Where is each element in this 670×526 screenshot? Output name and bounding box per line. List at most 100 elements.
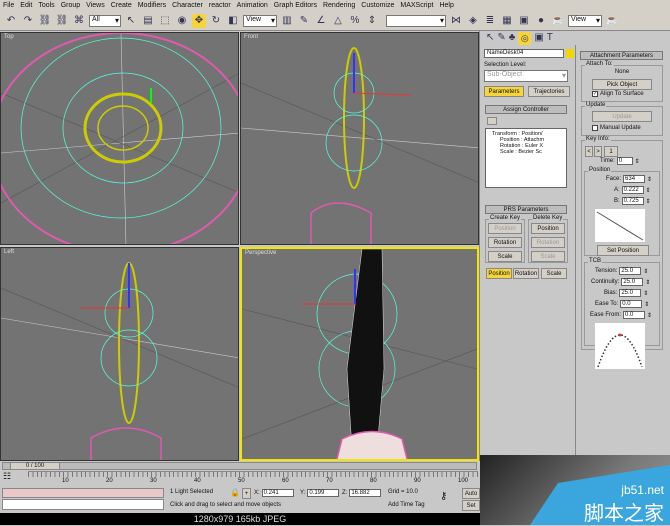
menu-item[interactable]: Modifiers <box>138 2 166 9</box>
scale-tab-button[interactable]: Scale <box>541 268 567 279</box>
next-key-button[interactable]: > <box>594 146 602 157</box>
spinner-arrows-icon[interactable]: ⇕ <box>635 158 640 165</box>
viewport-label[interactable]: Left <box>4 249 14 255</box>
prev-key-button[interactable]: < <box>585 146 593 157</box>
undo-icon[interactable]: ↶ <box>4 14 18 28</box>
auto-key-button[interactable]: Auto <box>462 488 480 499</box>
ease-to-field[interactable]: 0.0 <box>620 300 643 308</box>
time-spinner[interactable]: Time: 0 ⇕ <box>600 157 640 165</box>
y-field[interactable]: 0.199 <box>307 489 340 497</box>
spinner-arrows-icon[interactable]: ⇕ <box>644 301 649 308</box>
object-name-field[interactable]: NameDesk04 <box>484 49 564 58</box>
menu-item[interactable]: Character <box>172 2 203 9</box>
manual-update-checkbox[interactable]: Manual Update <box>592 125 641 131</box>
create-scale-key-button[interactable]: Scale <box>488 251 522 262</box>
rotate-icon[interactable]: ↻ <box>209 14 223 28</box>
prs-parameters-rollout[interactable]: PRS Parameters <box>485 205 567 214</box>
spinner-arrows-icon[interactable]: ⇕ <box>645 279 650 286</box>
modify-tab-icon[interactable]: ✎ <box>497 32 505 45</box>
delete-position-key-button[interactable]: Position <box>531 223 565 234</box>
menu-item[interactable]: Edit <box>20 2 32 9</box>
rect-region-icon[interactable]: ⬚ <box>158 14 172 28</box>
viewport-label[interactable]: Perspective <box>245 250 276 256</box>
named-selection-dropdown[interactable] <box>386 14 446 27</box>
position-tab-button[interactable]: Position <box>486 268 512 279</box>
menu-item[interactable]: Graph Editors <box>274 2 317 9</box>
create-position-key-button[interactable]: Position <box>488 223 522 234</box>
align-icon[interactable]: ◈ <box>466 14 480 28</box>
set-position-button[interactable]: Set Position <box>597 245 649 256</box>
bias-spinner[interactable]: Bias: 25.0 ⇕ <box>604 289 648 297</box>
menu-item[interactable]: File <box>3 2 14 9</box>
display-tab-icon[interactable]: ▣ <box>534 32 543 45</box>
create-rotation-key-button[interactable]: Rotation <box>488 237 522 248</box>
bind-space-warp-icon[interactable]: ⌘ <box>72 14 86 28</box>
layer-icon[interactable]: ≣ <box>483 14 497 28</box>
viewport-top[interactable]: Top <box>0 32 239 245</box>
menu-item[interactable]: MAXScript <box>400 2 433 9</box>
viewport-label[interactable]: Front <box>244 34 258 40</box>
viewport-perspective[interactable]: Perspective <box>240 247 479 461</box>
spinner-arrows-icon[interactable]: ⇕ <box>643 290 648 297</box>
viewport-left[interactable]: Left <box>0 247 239 461</box>
z-field[interactable]: 16.882 <box>349 489 382 497</box>
x-field[interactable]: 0.241 <box>261 489 294 497</box>
z-coordinate[interactable]: Z: 16.882 <box>342 489 382 497</box>
viewport-front[interactable]: Front <box>240 32 479 245</box>
maxscript-listener-white[interactable] <box>2 499 164 510</box>
set-key-button[interactable]: Set <box>462 500 480 511</box>
b-spinner[interactable]: B: 0.725 ⇕ <box>614 197 651 205</box>
angle-snap-icon[interactable]: △ <box>331 14 345 28</box>
ease-to-spinner[interactable]: Ease To: 0.0 ⇕ <box>595 300 649 308</box>
continuity-field[interactable]: 25.0 <box>621 278 644 286</box>
selection-filter-dropdown[interactable]: All <box>89 14 121 27</box>
delete-scale-key-button[interactable]: Scale <box>531 251 565 262</box>
quick-render-icon[interactable]: ☕ <box>605 14 619 28</box>
scale-icon[interactable]: ◧ <box>226 14 240 28</box>
ease-from-spinner[interactable]: Ease From: 0.0 ⇕ <box>590 311 652 319</box>
key-mode-icon[interactable]: ☷ <box>3 471 11 482</box>
select-by-name-icon[interactable]: ▤ <box>141 14 155 28</box>
link-icon[interactable]: ⛓ <box>38 14 52 28</box>
position-preview[interactable] <box>595 209 645 242</box>
unlink-icon[interactable]: ⛓ <box>55 14 69 28</box>
menu-item[interactable]: Tools <box>38 2 54 9</box>
curve-editor-icon[interactable]: ▦ <box>500 14 514 28</box>
absolute-mode-icon[interactable]: + <box>242 488 251 499</box>
spinner-arrows-icon[interactable]: ⇕ <box>647 312 652 319</box>
select-icon[interactable]: ↖ <box>124 14 138 28</box>
tree-item[interactable]: Scale : Bezier Sc <box>488 149 564 155</box>
reference-coord-dropdown[interactable]: View <box>243 14 277 27</box>
pivot-icon[interactable]: ▥ <box>280 14 294 28</box>
assign-controller-button[interactable] <box>487 117 497 125</box>
select-manipulate-icon[interactable]: ✎ <box>297 14 311 28</box>
bias-field[interactable]: 25.0 <box>619 289 642 297</box>
spinner-arrows-icon[interactable]: ⇕ <box>646 198 651 205</box>
time-slider-track[interactable] <box>2 462 477 470</box>
menu-item[interactable]: Customize <box>361 2 394 9</box>
schematic-view-icon[interactable]: ▣ <box>517 14 531 28</box>
motion-tab-icon[interactable]: ◎ <box>518 32 532 45</box>
face-spinner[interactable]: Face: 634 ⇕ <box>606 175 652 183</box>
redo-icon[interactable]: ↷ <box>21 14 35 28</box>
material-editor-icon[interactable]: ● <box>534 14 548 28</box>
a-field[interactable]: 0.222 <box>621 186 644 194</box>
a-spinner[interactable]: A: 0.222 ⇕ <box>614 186 651 194</box>
b-field[interactable]: 0.725 <box>621 197 644 205</box>
spinner-arrows-icon[interactable]: ⇕ <box>647 176 652 183</box>
tab-parameters[interactable]: Parameters <box>484 86 524 97</box>
delete-rotation-key-button[interactable]: Rotation <box>531 237 565 248</box>
face-field[interactable]: 634 <box>623 175 646 183</box>
assign-controller-rollout[interactable]: Assign Controller <box>485 105 567 114</box>
update-button[interactable]: Update <box>592 111 652 122</box>
spinner-arrows-icon[interactable]: ⇕ <box>646 187 651 194</box>
viewport-label[interactable]: Top <box>4 34 14 40</box>
time-field[interactable]: 0 <box>616 157 633 165</box>
spinner-arrows-icon[interactable]: ⇕ <box>643 268 648 275</box>
menu-item[interactable]: Group <box>61 2 80 9</box>
lock-icon[interactable]: 🔒 <box>230 488 240 497</box>
render-scene-icon[interactable]: ☕ <box>551 14 565 28</box>
object-color-swatch[interactable] <box>566 49 574 58</box>
move-icon[interactable]: ✥ <box>192 13 206 28</box>
ease-from-field[interactable]: 0.0 <box>623 311 646 319</box>
